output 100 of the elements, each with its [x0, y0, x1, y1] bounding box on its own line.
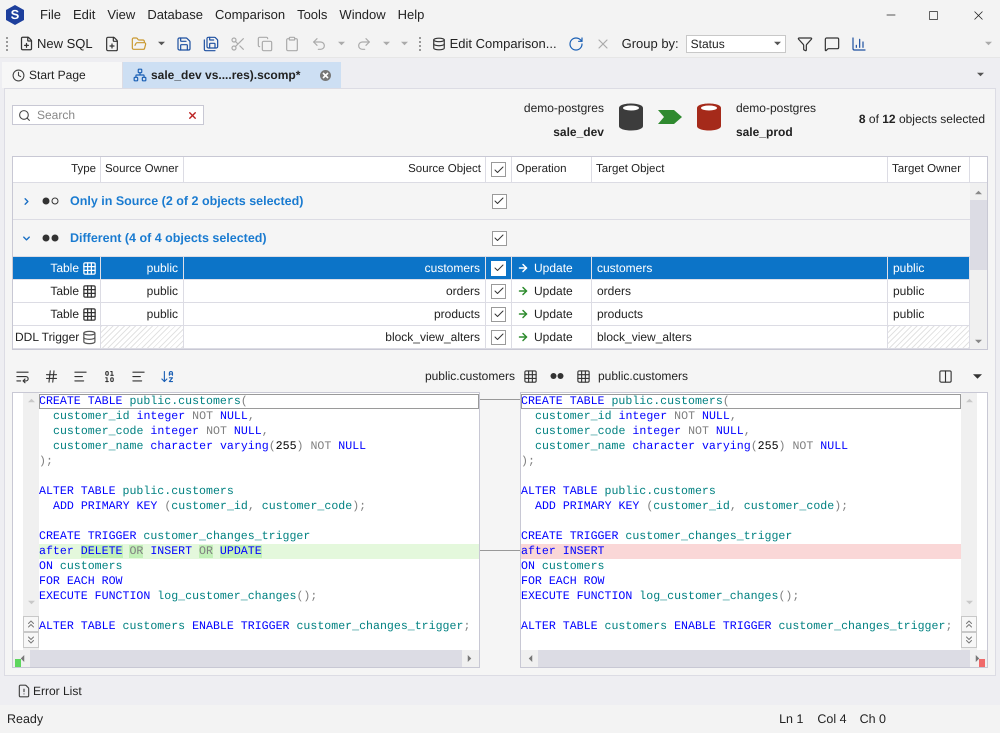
filter-icon[interactable]	[796, 36, 813, 52]
column-header[interactable]: Operation	[512, 157, 592, 183]
column-header[interactable]: Target Owner	[888, 157, 970, 183]
line-indicator: Ln 1	[779, 710, 804, 728]
scroll-right-arrow[interactable]	[466, 655, 473, 662]
new-sql-button[interactable]: New SQL	[19, 34, 93, 54]
table-cell[interactable]: Table	[13, 280, 101, 303]
document-tab[interactable]: Start Page	[2, 62, 123, 88]
table-cell[interactable]: Table	[13, 257, 101, 280]
sort-icon[interactable]	[160, 368, 175, 384]
code-line: ALTER TABLE customers ENABLE TRIGGER customer_changes_trigger;	[39, 620, 470, 633]
checkbox[interactable]	[492, 194, 506, 208]
checkbox[interactable]	[491, 284, 506, 298]
indent-icon[interactable]	[131, 368, 146, 384]
search-field[interactable]: Search	[12, 105, 204, 125]
tab-list-caret[interactable]	[977, 71, 984, 78]
scroll-up-arrow[interactable]	[975, 189, 982, 196]
previous-difference-button[interactable]	[23, 616, 39, 632]
code-editor[interactable]	[520, 392, 988, 668]
checkbox[interactable]	[491, 330, 506, 344]
menu-item[interactable]: View	[101, 5, 142, 25]
code-line: CREATE TRIGGER customer_changes_trigger	[39, 530, 310, 543]
table-icon	[576, 368, 591, 384]
maximize-icon[interactable]	[928, 10, 939, 20]
table-cell[interactable]: Table	[13, 303, 101, 326]
report-icon[interactable]	[850, 36, 867, 52]
arrow-icon	[517, 285, 529, 297]
menu-item[interactable]: Comparison	[208, 5, 292, 25]
table-cell: public	[101, 257, 184, 280]
code-line: CREATE TRIGGER customer_changes_trigger	[521, 530, 792, 543]
close-tab-icon[interactable]	[320, 70, 331, 80]
group-by-select[interactable]: Status	[686, 34, 786, 52]
horizontal-scrollbar[interactable]	[521, 650, 987, 667]
code-line: CREATE TABLE public.customers(	[521, 395, 730, 408]
menu-item[interactable]: Help	[392, 5, 430, 25]
checkbox[interactable]	[491, 162, 506, 177]
checkmark-icon	[492, 164, 504, 176]
menu-item[interactable]: File	[34, 5, 67, 25]
status-text: Ready	[7, 710, 44, 728]
table-cell: products	[184, 303, 486, 326]
table-cell: products	[592, 303, 888, 326]
menu-item[interactable]: Tools	[291, 5, 334, 25]
table-icon	[82, 260, 97, 276]
code-line: customer_name character varying(255) NOT NULL	[535, 440, 848, 453]
code-editor[interactable]	[12, 392, 480, 668]
layout-icon[interactable]	[938, 368, 953, 384]
table-cell[interactable]: DDL Trigger	[13, 326, 101, 349]
direction-arrow-icon	[658, 110, 682, 124]
checkbox[interactable]	[491, 306, 506, 322]
column-header[interactable]: Source Owner	[101, 157, 184, 183]
code-line: EXECUTE FUNCTION log_customer_changes();	[521, 590, 800, 603]
change-marker[interactable]	[979, 659, 985, 667]
scroll-down-arrow[interactable]	[975, 338, 982, 345]
dots-icon[interactable]	[550, 372, 564, 380]
refresh-icon[interactable]	[568, 36, 584, 52]
double-chevron-down-icon	[25, 634, 37, 646]
dropdown-caret[interactable]	[158, 40, 165, 47]
menu-item[interactable]: Edit	[66, 5, 102, 25]
column-header[interactable]: Type	[13, 157, 101, 183]
next-difference-button[interactable]	[961, 632, 977, 648]
column-header[interactable]: Source Object	[184, 157, 486, 183]
vertical-scrollbar[interactable]	[970, 183, 987, 349]
table-cell: public	[888, 257, 970, 280]
checkmark-icon	[492, 331, 504, 343]
search-icon	[18, 108, 31, 122]
edit-comparison-button[interactable]: Edit Comparison...	[432, 34, 557, 54]
table-icon	[523, 368, 538, 384]
horizontal-scrollbar[interactable]	[13, 650, 479, 667]
code-line: FOR EACH ROW	[39, 575, 122, 588]
scroll-left-arrow[interactable]	[527, 655, 534, 662]
save-all-icon[interactable]	[202, 36, 219, 52]
wrap-text-icon[interactable]	[15, 368, 30, 384]
group-row[interactable]: Only in Source (2 of 2 objects selected)	[13, 183, 486, 220]
error-list-tab[interactable]: Error List	[33, 682, 82, 700]
new-file-icon	[19, 36, 34, 51]
select-caret[interactable]	[774, 40, 781, 47]
column-header[interactable]: Target Object	[592, 157, 888, 183]
binary-icon[interactable]	[102, 368, 117, 384]
change-marker[interactable]	[15, 659, 21, 667]
document-tab[interactable]: sale_dev vs....res).scomp*	[123, 62, 341, 88]
number-icon[interactable]	[44, 368, 59, 384]
code-line: customer_id integer NOT NULL,	[53, 410, 255, 423]
next-difference-button[interactable]	[23, 632, 39, 648]
double-chevron-up-icon	[25, 618, 37, 630]
scroll-right-arrow[interactable]	[974, 655, 981, 662]
code-line: customer_code integer NOT NULL,	[53, 425, 269, 438]
clear-icon[interactable]	[187, 110, 198, 120]
previous-difference-button[interactable]	[961, 616, 977, 632]
operation-label: Update	[534, 283, 573, 300]
new-file-icon[interactable]	[104, 36, 120, 52]
error-list-icon[interactable]	[17, 684, 31, 698]
column-indicator: Col 4	[817, 710, 847, 728]
group-by-label: Group by:	[622, 34, 679, 53]
code-line: after DELETE OR INSERT OR UPDATE	[39, 545, 262, 558]
save-icon[interactable]	[176, 36, 192, 52]
checkbox[interactable]	[492, 230, 506, 246]
menu-item[interactable]: Window	[333, 5, 392, 25]
scroll-left-arrow[interactable]	[19, 655, 26, 662]
menu-item[interactable]: Database	[141, 5, 209, 25]
dropdown-caret[interactable]	[973, 372, 982, 380]
